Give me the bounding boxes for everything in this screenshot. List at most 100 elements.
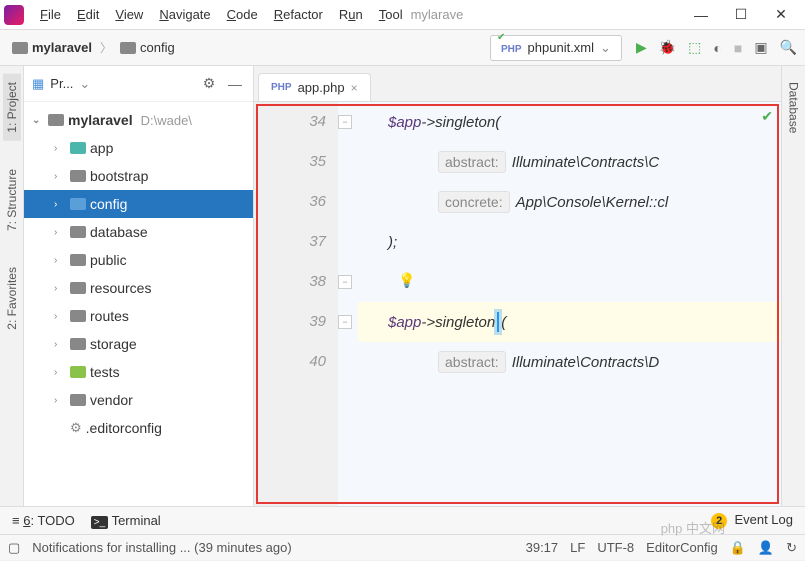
chevron-down-icon[interactable]: ⌄ bbox=[79, 76, 90, 92]
expand-icon[interactable]: › bbox=[54, 171, 66, 182]
fold-marker-icon[interactable]: − bbox=[338, 275, 352, 289]
project-panel-header: ▦ Pr... ⌄ ⚙ — bbox=[24, 66, 253, 102]
expand-icon[interactable]: › bbox=[54, 143, 66, 154]
collapse-button[interactable]: — bbox=[225, 74, 245, 94]
editor-tab-app-php[interactable]: PHP app.php × bbox=[258, 73, 371, 101]
sync-icon[interactable]: ↻ bbox=[786, 540, 797, 556]
tree-item-bootstrap[interactable]: ›bootstrap bbox=[24, 162, 253, 190]
param-hint: abstract: bbox=[438, 151, 506, 173]
minimize-button[interactable]: — bbox=[681, 1, 721, 29]
search-everywhere-button[interactable]: 🔍 bbox=[780, 39, 797, 56]
status-notification[interactable]: Notifications for installing ... (39 min… bbox=[32, 540, 291, 555]
breadcrumb-root-label: mylaravel bbox=[32, 40, 92, 55]
close-tab-button[interactable]: × bbox=[351, 81, 358, 95]
tree-item-config[interactable]: ›config bbox=[24, 190, 253, 218]
code-line[interactable]: abstract:Illuminate\Contracts\D bbox=[358, 342, 781, 382]
tab-favorites[interactable]: 2: Favorites bbox=[3, 259, 21, 338]
expand-icon[interactable]: › bbox=[54, 367, 66, 378]
folder-icon bbox=[48, 114, 64, 126]
menu-run[interactable]: Run bbox=[331, 7, 371, 22]
expand-icon[interactable]: › bbox=[54, 283, 66, 294]
tree-item-editorconfig[interactable]: ⚙.editorconfig bbox=[24, 414, 253, 442]
code-body[interactable]: 💡 $app->singleton( abstract:Illuminate\C… bbox=[358, 102, 781, 506]
lock-icon[interactable]: 🔒 bbox=[730, 540, 746, 556]
breadcrumb-folder[interactable]: config bbox=[116, 38, 179, 57]
expand-icon[interactable]: › bbox=[54, 255, 66, 266]
tree-item-app[interactable]: ›app bbox=[24, 134, 253, 162]
debug-button[interactable]: 🐞 bbox=[659, 39, 676, 56]
intention-bulb-icon[interactable]: 💡 bbox=[398, 272, 415, 289]
profile-button[interactable]: ◐ bbox=[713, 40, 721, 56]
tree-item-resources[interactable]: ›resources bbox=[24, 274, 253, 302]
editor-tabs: PHP app.php × bbox=[254, 66, 781, 102]
expand-icon[interactable]: ⌄ bbox=[32, 115, 44, 126]
maximize-button[interactable]: ☐ bbox=[721, 1, 761, 29]
line-number: 36 bbox=[254, 182, 326, 222]
terminal-button[interactable]: >_ Terminal bbox=[91, 513, 161, 528]
fold-marker-icon[interactable]: − bbox=[338, 115, 352, 129]
menu-navigate[interactable]: Navigate bbox=[151, 7, 218, 22]
project-tree[interactable]: ⌄ mylaravel D:\wade\ ›app ›bootstrap ›co… bbox=[24, 102, 253, 506]
folder-icon bbox=[70, 338, 86, 350]
code-line[interactable]: $app->singleton( bbox=[358, 102, 781, 142]
code-line[interactable]: concrete:App\Console\Kernel::cl bbox=[358, 182, 781, 222]
tree-item-public[interactable]: ›public bbox=[24, 246, 253, 274]
code-line[interactable] bbox=[358, 262, 781, 302]
menu-file[interactable]: FFileile bbox=[32, 7, 69, 22]
tree-item-routes[interactable]: ›routes bbox=[24, 302, 253, 330]
menu-refactor[interactable]: Refactor bbox=[266, 7, 331, 22]
stop-button[interactable]: ■ bbox=[734, 40, 742, 56]
tree-root[interactable]: ⌄ mylaravel D:\wade\ bbox=[24, 106, 253, 134]
tree-item-tests[interactable]: ›tests bbox=[24, 358, 253, 386]
gutter: 34 35 36 37 38 39 40 bbox=[254, 102, 338, 506]
line-separator[interactable]: LF bbox=[570, 540, 585, 555]
tree-root-path: D:\wade\ bbox=[141, 113, 192, 128]
titlebar: FFileile Edit View Navigate Code Refacto… bbox=[0, 0, 805, 30]
todo-button[interactable]: ≡ 6: 6: TODOTODO bbox=[12, 513, 75, 528]
menu-tool[interactable]: Tool bbox=[371, 7, 411, 22]
menu-code[interactable]: Code bbox=[219, 7, 266, 22]
menu-view[interactable]: View bbox=[107, 7, 151, 22]
settings-button[interactable]: ⚙ bbox=[199, 74, 219, 94]
folder-icon bbox=[70, 282, 86, 294]
inspector-icon[interactable]: 👤 bbox=[758, 540, 774, 556]
fold-marker-icon[interactable]: − bbox=[338, 315, 352, 329]
close-button[interactable]: ✕ bbox=[761, 1, 801, 29]
expand-icon[interactable]: › bbox=[54, 199, 66, 210]
line-number: 37 bbox=[254, 222, 326, 262]
event-log-button[interactable]: 2 Event Log bbox=[711, 512, 793, 529]
expand-icon[interactable]: › bbox=[54, 339, 66, 350]
editorconfig-indicator[interactable]: EditorConfig bbox=[646, 540, 718, 555]
menu-edit[interactable]: Edit bbox=[69, 7, 107, 22]
code-line[interactable]: abstract:Illuminate\Contracts\C bbox=[358, 142, 781, 182]
gear-icon: ⚙ bbox=[70, 420, 82, 436]
tool-window-toggle-icon[interactable]: ▢ bbox=[8, 540, 20, 556]
folder-icon bbox=[70, 310, 86, 322]
chevron-down-icon: ⌄ bbox=[600, 40, 611, 56]
code-line-current[interactable]: $app->singleton( bbox=[358, 302, 781, 342]
project-panel-title[interactable]: Pr... bbox=[50, 76, 73, 91]
expand-icon[interactable]: › bbox=[54, 311, 66, 322]
search-button[interactable]: ▣ bbox=[754, 39, 767, 56]
run-button[interactable]: ▶ bbox=[636, 39, 647, 56]
tab-structure[interactable]: 7: Structure bbox=[3, 161, 21, 239]
editor-content[interactable]: ✔ 34 35 36 37 38 39 40 − − − 💡 $app->sin… bbox=[254, 102, 781, 506]
right-tool-tabs: Database bbox=[781, 66, 805, 506]
file-encoding[interactable]: UTF-8 bbox=[597, 540, 634, 555]
line-number: 34 bbox=[254, 102, 326, 142]
tree-item-storage[interactable]: ›storage bbox=[24, 330, 253, 358]
tree-item-vendor[interactable]: ›vendor bbox=[24, 386, 253, 414]
expand-icon[interactable]: › bbox=[54, 227, 66, 238]
tab-project[interactable]: 1: Project bbox=[3, 74, 21, 141]
coverage-button[interactable]: ⬚ bbox=[688, 39, 701, 56]
code-line[interactable]: ); bbox=[358, 222, 781, 262]
terminal-icon: >_ bbox=[91, 516, 108, 529]
tab-database[interactable]: Database bbox=[785, 74, 803, 141]
folder-icon bbox=[70, 366, 86, 378]
tree-item-database[interactable]: ›database bbox=[24, 218, 253, 246]
run-config-selector[interactable]: PHP✔ phpunit.xml ⌄ bbox=[490, 35, 622, 61]
breadcrumb-root[interactable]: mylaravel bbox=[8, 38, 96, 57]
breadcrumb-folder-label: config bbox=[140, 40, 175, 55]
cursor-position[interactable]: 39:17 bbox=[526, 540, 559, 555]
expand-icon[interactable]: › bbox=[54, 395, 66, 406]
